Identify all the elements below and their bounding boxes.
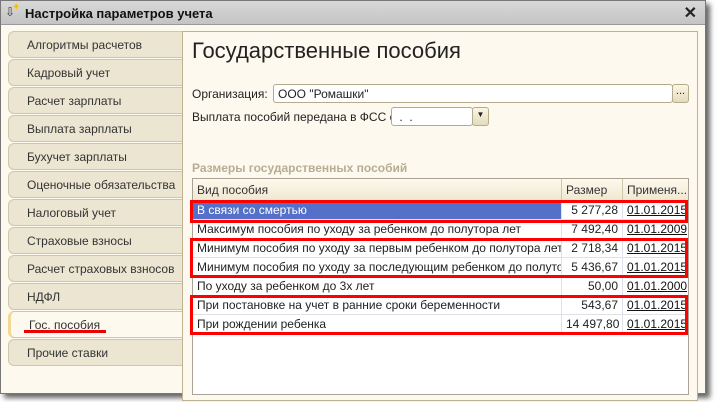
date-cell: 01.01.2015 — [623, 201, 688, 219]
date-cell: 01.01.2009 — [623, 220, 688, 238]
settings-tabs: Алгоритмы расчетов Кадровый учет Расчет … — [8, 31, 183, 367]
benefit-date-link[interactable]: 01.01.2015 — [627, 241, 687, 255]
benefit-date-link[interactable]: 01.01.2015 — [627, 317, 687, 331]
tab-other-rates[interactable]: Прочие ставки — [8, 339, 183, 366]
table-row[interactable]: При постановке на учет в ранние сроки бе… — [193, 296, 688, 315]
benefit-name: По уходу за ребенком до 3х лет — [193, 277, 562, 295]
tab-payroll-payment[interactable]: Выплата зарплаты — [8, 115, 183, 142]
benefit-date-link[interactable]: 01.01.2015 — [627, 298, 687, 312]
fss-date-input[interactable]: . . — [391, 107, 473, 126]
benefits-table: Вид пособия Размер Применя... В связи со… — [192, 178, 689, 395]
tab-state-benefits[interactable]: Гос. пособия — [8, 311, 183, 338]
benefit-size: 543,67 — [562, 296, 623, 314]
section-title: Размеры государственных пособий — [192, 161, 408, 175]
date-cell: 01.01.2015 — [623, 239, 688, 257]
fss-dropdown-button[interactable]: ▼ — [472, 107, 489, 126]
benefit-size: 14 497,80 — [562, 315, 623, 333]
star-icon: ✦ — [12, 2, 21, 13]
benefit-date-link[interactable]: 01.01.2000 — [627, 279, 687, 293]
tab-tax[interactable]: Налоговый учет — [8, 199, 183, 226]
table-row[interactable]: По уходу за ребенком до 3х лет 50,00 01.01… — [193, 277, 688, 296]
org-input[interactable]: ООО "Ромашки" — [273, 84, 673, 103]
benefit-size: 2 718,34 — [562, 239, 623, 257]
benefit-date-link[interactable]: 01.01.2015 — [627, 203, 687, 217]
benefit-name: Минимум пособия по уходу за первым ребен… — [193, 239, 562, 257]
col-header-size[interactable]: Размер — [562, 179, 623, 200]
date-cell: 01.01.2000 — [623, 277, 688, 295]
chevron-down-icon: ▼ — [476, 110, 485, 119]
table-row[interactable]: Минимум пособия по уходу за первым ребен… — [193, 239, 688, 258]
fss-label: Выплата пособий передана в ФСС с: — [192, 110, 399, 124]
benefit-size: 7 492,40 — [562, 220, 623, 238]
benefit-name: В связи со смертью — [193, 201, 562, 219]
benefit-name: Минимум пособия по уходу за последующим … — [193, 258, 562, 276]
active-tab-underline — [24, 330, 106, 333]
benefit-name: При рождении ребенка — [193, 315, 562, 333]
date-cell: 01.01.2015 — [623, 258, 688, 276]
benefit-size: 50,00 — [562, 277, 623, 295]
tab-estimated-liabilities[interactable]: Оценочные обязательства — [8, 171, 183, 198]
benefit-name: При постановке на учет в ранние сроки бе… — [193, 296, 562, 314]
org-select-button[interactable]: ... — [672, 84, 689, 103]
tab-payroll-accounting[interactable]: Бухучет зарплаты — [8, 143, 183, 170]
table-header: Вид пособия Размер Применя... — [193, 179, 688, 201]
benefit-date-link[interactable]: 01.01.2009 — [627, 222, 687, 236]
page-title: Государственные пособия — [192, 38, 461, 63]
benefit-size: 5 277,28 — [562, 201, 623, 219]
col-header-type[interactable]: Вид пособия — [193, 179, 562, 200]
window-title: Настройка параметров учета — [25, 6, 213, 21]
date-cell: 01.01.2015 — [623, 296, 688, 314]
org-label: Организация: — [192, 87, 268, 101]
close-icon[interactable]: ✕ — [684, 3, 697, 23]
title-bar: ⇩ ✦ Настройка параметров учета ✕ — [1, 1, 705, 25]
col-header-date[interactable]: Применя... — [623, 179, 688, 200]
tab-insurance[interactable]: Страховые взносы — [8, 227, 183, 254]
tab-ndfl[interactable]: НДФЛ — [8, 283, 183, 310]
tab-algorithms[interactable]: Алгоритмы расчетов — [8, 31, 183, 58]
table-row[interactable]: При рождении ребенка 14 497,80 01.01.2015 — [193, 315, 688, 334]
tab-insurance-calc[interactable]: Расчет страховых взносов — [8, 255, 183, 282]
table-row[interactable]: В связи со смертью 5 277,28 01.01.2015 — [193, 201, 688, 220]
table-row[interactable]: Максимум пособия по уходу за ребенком до… — [193, 220, 688, 239]
benefit-name: Максимум пособия по уходу за ребенком до… — [193, 220, 562, 238]
table-row[interactable]: Минимум пособия по уходу за последующим … — [193, 258, 688, 277]
tab-hr[interactable]: Кадровый учет — [8, 59, 183, 86]
benefit-size: 5 436,67 — [562, 258, 623, 276]
date-cell: 01.01.2015 — [623, 315, 688, 333]
tab-payroll-calc[interactable]: Расчет зарплаты — [8, 87, 183, 114]
benefit-date-link[interactable]: 01.01.2015 — [627, 260, 687, 274]
